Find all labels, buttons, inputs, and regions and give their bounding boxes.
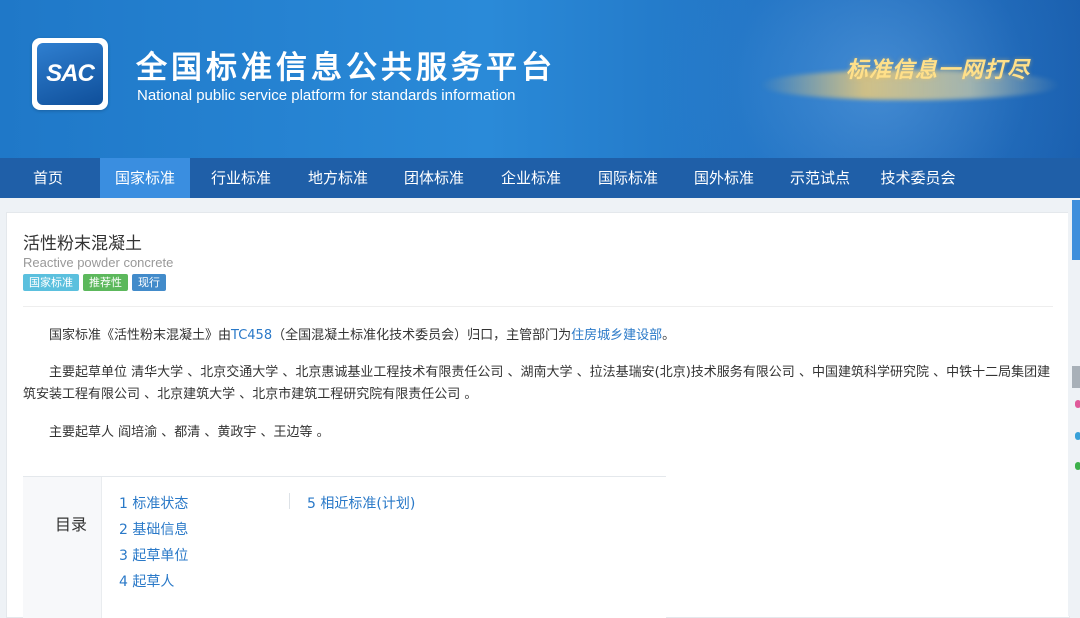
toc-item-basic-info[interactable]: 2 基础信息	[119, 519, 188, 541]
nav-demonstration-pilots[interactable]: 示范试点	[775, 158, 865, 198]
nav-foreign-standards[interactable]: 国外标准	[679, 158, 769, 198]
main-nav: 首页 国家标准 行业标准 地方标准 团体标准 企业标准 国际标准 国外标准 示范…	[0, 158, 1080, 198]
nav-technical-committees[interactable]: 技术委员会	[868, 158, 968, 198]
nav-group-standards[interactable]: 团体标准	[389, 158, 479, 198]
nav-national-standards[interactable]: 国家标准	[100, 158, 190, 198]
sac-logo-mark: SAC	[37, 43, 103, 105]
intro-prefix: 国家标准《活性粉末混凝土》由	[49, 328, 232, 343]
tag-current: 现行	[132, 274, 166, 291]
nav-home[interactable]: 首页	[0, 158, 96, 198]
toc-divider	[289, 493, 290, 509]
side-share-icon-3[interactable]	[1075, 462, 1080, 470]
drafting-units: 主要起草单位 清华大学 、北京交通大学 、北京惠诚基业工程技术有限责任公司 、湖…	[23, 365, 1051, 402]
toc-label-column: 目录	[23, 477, 102, 618]
standard-title: 活性粉末混凝土	[23, 234, 142, 254]
standard-intro: 国家标准《活性粉末混凝土》由TC458（全国混凝土标准化技术委员会）归口，主管部…	[23, 325, 1053, 347]
intro-middle: （全国混凝土标准化技术委员会）归口，主管部门为	[272, 328, 572, 343]
toc-item-similar-standards[interactable]: 5 相近标准(计划)	[307, 493, 415, 515]
standard-tags: 国家标准 推荐性 现行	[23, 274, 166, 291]
table-of-contents: 目录 1 标准状态 2 基础信息 3 起草单位 4 起草人 5 相近标准(计划)	[23, 476, 666, 618]
toc-item-status[interactable]: 1 标准状态	[119, 493, 188, 515]
side-share-icon-2[interactable]	[1075, 432, 1080, 440]
sac-logo[interactable]: SAC	[32, 38, 108, 110]
site-title: 全国标准信息公共服务平台	[136, 50, 556, 86]
toc-item-drafters[interactable]: 4 起草人	[119, 571, 174, 593]
standard-title-en: Reactive powder concrete	[23, 255, 174, 270]
intro-suffix: 。	[662, 328, 676, 343]
tc-link[interactable]: TC458	[231, 328, 272, 343]
toc-item-drafting-units[interactable]: 3 起草单位	[119, 545, 188, 567]
drafters: 主要起草人 阎培渝 、都清 、黄政宇 、王边等 。	[49, 425, 330, 440]
tag-national-standard: 国家标准	[23, 274, 79, 291]
slogan: 标准信息一网打尽	[846, 57, 1031, 83]
tag-recommended: 推荐性	[83, 274, 128, 291]
side-widget-top[interactable]	[1072, 200, 1080, 260]
standard-detail-card: 活性粉末混凝土 Reactive powder concrete 国家标准 推荐…	[6, 212, 1070, 618]
side-share-icon-1[interactable]	[1075, 400, 1080, 408]
side-widget-middle[interactable]	[1072, 366, 1080, 388]
toc-label: 目录	[55, 515, 88, 534]
nav-enterprise-standards[interactable]: 企业标准	[486, 158, 576, 198]
nav-industry-standards[interactable]: 行业标准	[196, 158, 286, 198]
divider	[23, 306, 1053, 307]
site-subtitle: National public service platform for sta…	[137, 87, 516, 104]
nav-local-standards[interactable]: 地方标准	[293, 158, 383, 198]
nav-international-standards[interactable]: 国际标准	[583, 158, 673, 198]
header-banner: SAC 全国标准信息公共服务平台 National public service…	[0, 0, 1080, 158]
department-link[interactable]: 住房城乡建设部	[571, 328, 662, 343]
